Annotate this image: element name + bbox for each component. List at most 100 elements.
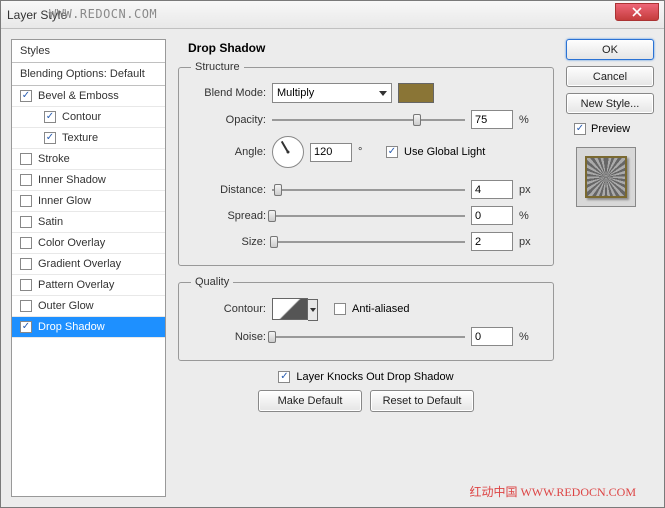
make-default-button[interactable]: Make Default <box>258 390 362 412</box>
quality-group: Quality Contour: Anti-aliased Noise: 0 % <box>178 276 554 361</box>
layer-style-dialog: Layer Style WWW.REDOCN.COM Styles Blendi… <box>0 0 665 508</box>
anti-aliased-checkbox[interactable] <box>334 303 346 315</box>
distance-unit: px <box>519 184 541 196</box>
blend-mode-label: Blend Mode: <box>191 87 266 99</box>
contour-picker[interactable] <box>272 298 308 320</box>
titlebar[interactable]: Layer Style WWW.REDOCN.COM <box>1 1 664 29</box>
style-label: Contour <box>62 111 101 123</box>
opacity-label: Opacity: <box>191 114 266 126</box>
noise-label: Noise: <box>191 331 266 343</box>
watermark-bottom: 红动中国 WWW.REDOCN.COM <box>469 483 636 500</box>
style-item-bevel-emboss[interactable]: Bevel & Emboss <box>12 86 165 107</box>
style-checkbox[interactable] <box>20 279 32 291</box>
structure-legend: Structure <box>191 61 244 73</box>
spread-label: Spread: <box>191 210 266 222</box>
right-panel: OK Cancel New Style... Preview <box>566 39 654 497</box>
ok-button[interactable]: OK <box>566 39 654 60</box>
style-checkbox[interactable] <box>20 90 32 102</box>
style-checkbox[interactable] <box>20 321 32 333</box>
style-checkbox[interactable] <box>20 300 32 312</box>
size-slider[interactable] <box>272 234 465 250</box>
style-checkbox[interactable] <box>20 237 32 249</box>
noise-input[interactable]: 0 <box>471 327 513 346</box>
angle-label: Angle: <box>191 146 266 158</box>
distance-label: Distance: <box>191 184 266 196</box>
style-checkbox[interactable] <box>20 216 32 228</box>
style-label: Color Overlay <box>38 237 105 249</box>
structure-group: Structure Blend Mode: Multiply Opacity: … <box>178 61 554 266</box>
close-icon <box>632 7 642 17</box>
quality-legend: Quality <box>191 276 233 288</box>
content: Styles Blending Options: Default Bevel &… <box>1 29 664 507</box>
chevron-down-icon <box>308 299 318 321</box>
blend-mode-dropdown[interactable]: Multiply <box>272 83 392 103</box>
style-checkbox[interactable] <box>20 153 32 165</box>
distance-input[interactable]: 4 <box>471 180 513 199</box>
opacity-slider[interactable] <box>272 112 465 128</box>
opacity-unit: % <box>519 114 541 126</box>
size-input[interactable]: 2 <box>471 232 513 251</box>
style-label: Texture <box>62 132 98 144</box>
noise-slider[interactable] <box>272 329 465 345</box>
new-style-button[interactable]: New Style... <box>566 93 654 114</box>
anti-aliased-label: Anti-aliased <box>352 303 409 315</box>
distance-slider[interactable] <box>272 182 465 198</box>
angle-unit: ° <box>358 146 380 158</box>
style-checkbox[interactable] <box>44 132 56 144</box>
watermark-top: WWW.REDOCN.COM <box>49 7 157 21</box>
shadow-color-swatch[interactable] <box>398 83 434 103</box>
knockout-checkbox[interactable] <box>278 371 290 383</box>
noise-unit: % <box>519 331 541 343</box>
styles-panel: Styles Blending Options: Default Bevel &… <box>11 39 166 497</box>
opacity-input[interactable]: 75 <box>471 110 513 129</box>
blend-mode-value: Multiply <box>277 87 314 99</box>
style-item-drop-shadow[interactable]: Drop Shadow <box>12 317 165 338</box>
styles-header[interactable]: Styles <box>12 40 165 63</box>
style-item-inner-shadow[interactable]: Inner Shadow <box>12 170 165 191</box>
style-item-satin[interactable]: Satin <box>12 212 165 233</box>
size-label: Size: <box>191 236 266 248</box>
size-unit: px <box>519 236 541 248</box>
preview-checkbox[interactable] <box>574 123 586 135</box>
style-checkbox[interactable] <box>44 111 56 123</box>
style-label: Pattern Overlay <box>38 279 114 291</box>
style-item-pattern-overlay[interactable]: Pattern Overlay <box>12 275 165 296</box>
reset-default-button[interactable]: Reset to Default <box>370 390 474 412</box>
style-label: Inner Shadow <box>38 174 106 186</box>
cancel-button[interactable]: Cancel <box>566 66 654 87</box>
blending-options[interactable]: Blending Options: Default <box>12 63 165 86</box>
style-label: Satin <box>38 216 63 228</box>
style-checkbox[interactable] <box>20 195 32 207</box>
chevron-down-icon <box>379 91 387 96</box>
spread-unit: % <box>519 210 541 222</box>
style-item-stroke[interactable]: Stroke <box>12 149 165 170</box>
use-global-light-label: Use Global Light <box>404 146 485 158</box>
style-item-texture[interactable]: Texture <box>12 128 165 149</box>
knockout-label: Layer Knocks Out Drop Shadow <box>296 371 453 383</box>
style-item-outer-glow[interactable]: Outer Glow <box>12 296 165 317</box>
spread-slider[interactable] <box>272 208 465 224</box>
style-item-gradient-overlay[interactable]: Gradient Overlay <box>12 254 165 275</box>
preview-label: Preview <box>591 123 630 135</box>
style-label: Bevel & Emboss <box>38 90 119 102</box>
spread-input[interactable]: 0 <box>471 206 513 225</box>
close-button[interactable] <box>615 3 659 21</box>
style-item-color-overlay[interactable]: Color Overlay <box>12 233 165 254</box>
panel-title: Drop Shadow <box>176 39 556 61</box>
style-item-contour[interactable]: Contour <box>12 107 165 128</box>
angle-input[interactable]: 120 <box>310 143 352 162</box>
preview-thumbnail <box>576 147 636 207</box>
main-panel: Drop Shadow Structure Blend Mode: Multip… <box>176 39 556 497</box>
style-label: Outer Glow <box>38 300 94 312</box>
preview-image <box>585 156 627 198</box>
angle-dial[interactable] <box>272 136 304 168</box>
contour-label: Contour: <box>191 303 266 315</box>
style-checkbox[interactable] <box>20 258 32 270</box>
style-label: Drop Shadow <box>38 321 105 333</box>
style-checkbox[interactable] <box>20 174 32 186</box>
style-label: Inner Glow <box>38 195 91 207</box>
use-global-light-checkbox[interactable] <box>386 146 398 158</box>
style-label: Gradient Overlay <box>38 258 121 270</box>
style-label: Stroke <box>38 153 70 165</box>
style-item-inner-glow[interactable]: Inner Glow <box>12 191 165 212</box>
